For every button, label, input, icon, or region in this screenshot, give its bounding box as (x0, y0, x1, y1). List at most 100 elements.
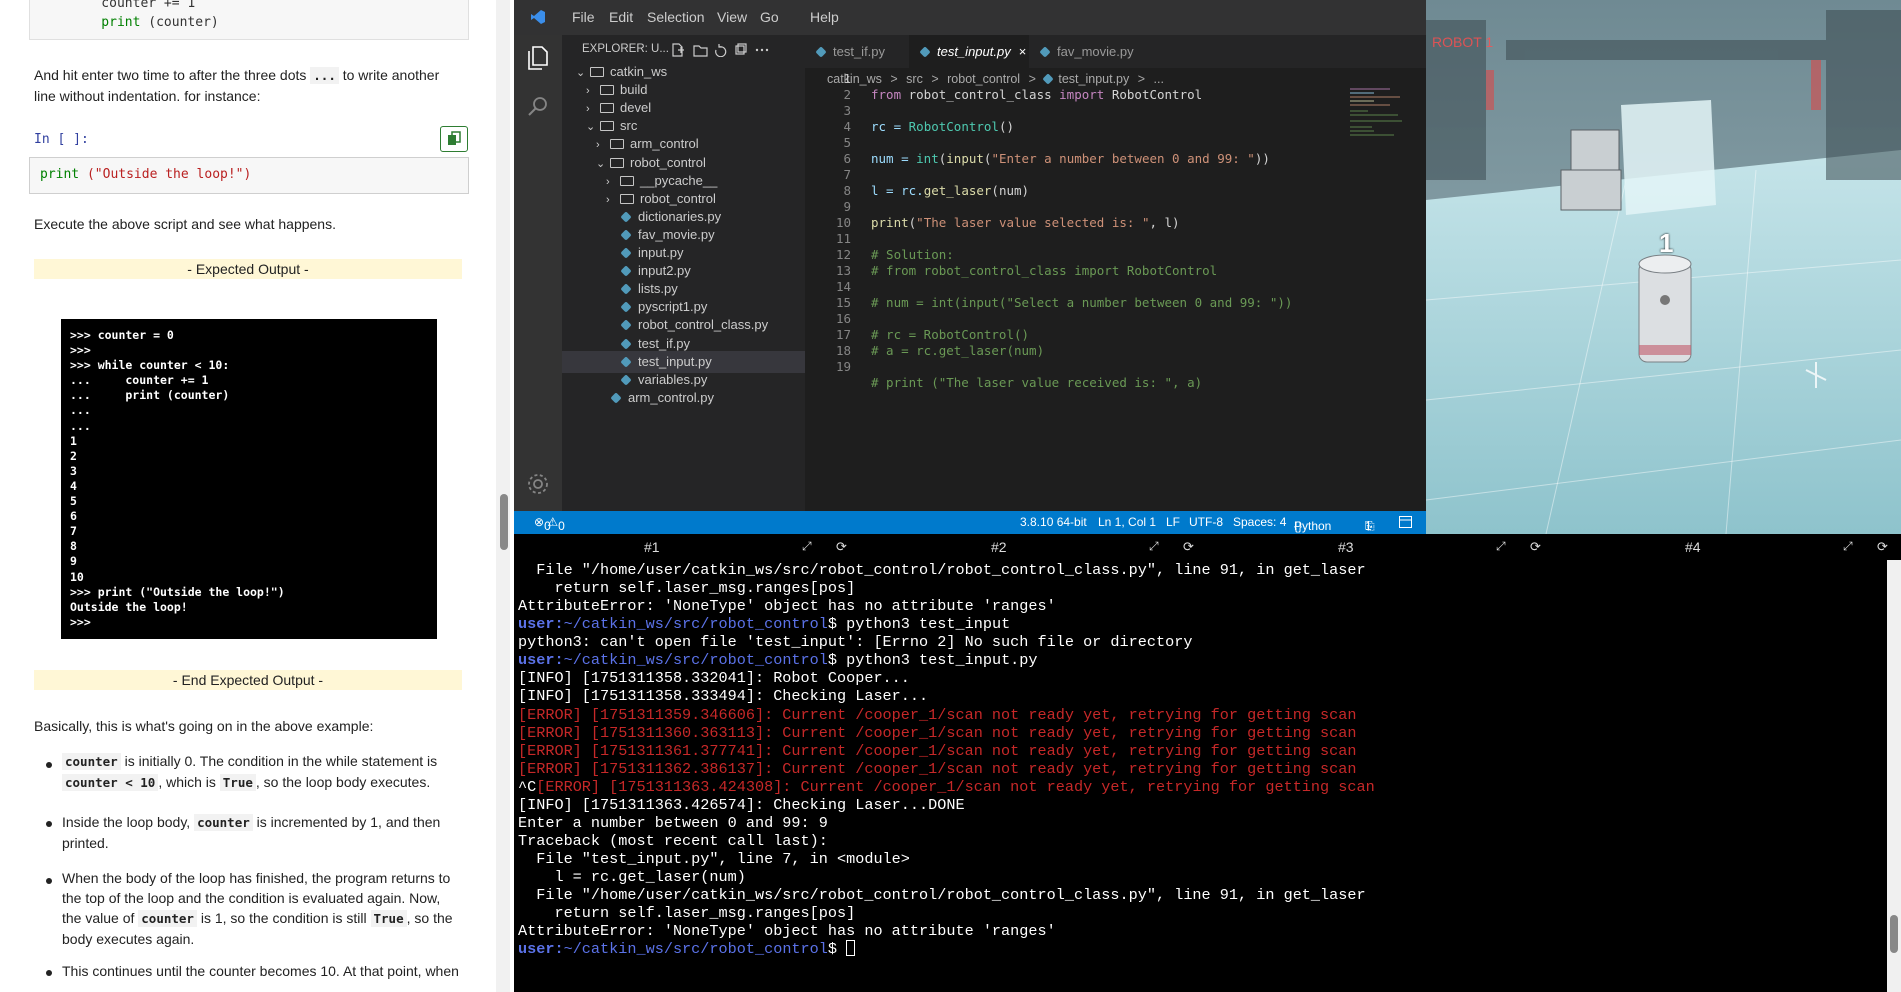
indent-indicator[interactable]: Spaces: 4 (1233, 515, 1286, 529)
cell-input-label: In [ ]: (34, 132, 89, 147)
bullet-item-3: When the body of the loop has finished, … (62, 870, 453, 947)
notebook-scrollbar-thumb[interactable] (500, 494, 508, 550)
eol-indicator[interactable]: LF (1166, 515, 1180, 529)
cursor-position[interactable]: Ln 1, Col 1 (1098, 515, 1156, 529)
explorer-action-icons[interactable] (672, 43, 772, 57)
close-tab-icon[interactable]: × (1019, 44, 1027, 59)
restart-icon[interactable]: ⟳ (836, 539, 847, 555)
tab-fav-movie[interactable]: fav_movie.py (1029, 35, 1139, 68)
line-number: 10 (835, 215, 851, 230)
python-file-icon (620, 355, 632, 368)
activity-bar (514, 35, 562, 511)
menu-help[interactable]: Help (810, 9, 839, 25)
terminal-line: 2 (70, 448, 77, 463)
line-number: 14 (835, 279, 851, 294)
terminal-scrollbar-thumb[interactable] (1890, 915, 1898, 953)
menu-selection[interactable]: Selection (647, 9, 705, 25)
terminal-line: [ERROR] [1751311360.363113]: Current /co… (518, 723, 1357, 742)
menu-view[interactable]: View (717, 9, 747, 25)
terminal-line: [ERROR] [1751311361.377741]: Current /co… (518, 741, 1357, 760)
terminal-tab-2[interactable]: #2 (991, 539, 1007, 555)
simulation-viewport[interactable]: ROBOT 1 1 (1426, 0, 1901, 534)
code-line-12: # from robot_control_class import RobotC… (871, 263, 1218, 278)
search-icon[interactable] (526, 95, 550, 119)
robot-model[interactable] (1638, 254, 1692, 363)
explorer-title: EXPLORER: U... (582, 43, 669, 55)
terminal-line: 5 (70, 494, 77, 509)
line-number: 17 (835, 327, 851, 342)
terminal-line: 10 (70, 569, 84, 584)
terminal-line: >>> print ("Outside the loop!") (70, 584, 285, 599)
bullet-item-1: counter is initially 0. The condition in… (62, 751, 462, 793)
python-file-icon (620, 319, 632, 332)
code-line-19: # print ("The laser value received is: "… (871, 375, 1203, 390)
maximize-icon[interactable]: ⤢ (1149, 539, 1159, 554)
maximize-icon[interactable]: ⤢ (1496, 539, 1506, 554)
line-number: 4 (843, 119, 851, 134)
python-file-icon (620, 301, 632, 313)
python-file-icon (620, 337, 632, 350)
settings-gear-icon[interactable] (526, 472, 550, 496)
restart-icon[interactable]: ⟳ (1183, 539, 1194, 555)
bullet-dot (46, 970, 52, 976)
folder-icon (620, 193, 634, 204)
folder-icon (600, 85, 614, 96)
code-line-3: rc = RobotControl() (871, 119, 1015, 134)
line-number: 15 (835, 295, 851, 310)
terminal-line: 4 (70, 478, 77, 493)
line-number: 19 (835, 359, 851, 374)
maximize-icon[interactable]: ⤢ (1843, 539, 1853, 554)
menu-go[interactable]: Go (760, 9, 779, 25)
code-line-11: # Solution: (871, 247, 954, 262)
python-file-icon (620, 211, 632, 223)
editor-area: test_if.py test_input.py × fav_movie.py c… (805, 35, 1426, 511)
line-number: 6 (843, 151, 851, 166)
simulation-scene (1426, 0, 1901, 534)
explorer-icon[interactable] (526, 45, 550, 71)
menu-file[interactable]: File (572, 9, 595, 25)
copy-icon (448, 131, 461, 145)
terminal-line: 8 (70, 539, 77, 554)
expected-output-terminal: >>> counter = 0 >>> >>> while counter < 10… (61, 319, 437, 639)
vscode-logo-icon (531, 10, 545, 24)
line-number: 18 (835, 343, 851, 358)
copy-code-button[interactable] (440, 126, 468, 152)
line-number: 16 (835, 311, 851, 326)
python-interpreter[interactable]: 3.8.10 64-bit (1020, 515, 1087, 529)
python-file-icon (815, 46, 827, 58)
code-line-16: # rc = RobotControl() (871, 327, 1030, 342)
restart-icon[interactable]: ⟳ (1530, 539, 1541, 555)
tab-test-if[interactable]: test_if.py (805, 35, 909, 68)
code-cell-input[interactable]: print ("Outside the loop!") (29, 157, 469, 194)
minimap[interactable] (1350, 87, 1410, 137)
encoding-indicator[interactable]: UTF-8 (1189, 515, 1223, 529)
menu-edit[interactable]: Edit (609, 9, 633, 25)
terminal-tab-1[interactable]: #1 (644, 539, 660, 555)
problems-indicator[interactable]: ⊗ 0 ⚠ 0 (534, 515, 565, 533)
code-print-args: (counter) (140, 15, 219, 30)
line-number: 13 (835, 263, 851, 278)
terminal-line: 7 (70, 524, 77, 539)
python-file-icon (620, 265, 632, 277)
terminal-tab-3[interactable]: #3 (1338, 539, 1354, 555)
terminal-line: ... (70, 403, 91, 418)
code-string: ("Outside the loop!") (79, 167, 252, 182)
panel-toggle-icon[interactable] (1399, 516, 1412, 528)
line-number: 1 (843, 71, 851, 86)
status-bar: ⊗ 0 ⚠ 0 3.8.10 64-bit Ln 1, Col 1 LF UTF-8… (514, 511, 1426, 534)
line-number: 3 (843, 103, 851, 118)
terminal-line: File "test_input.py", line 7, in <module… (518, 850, 910, 869)
tree-file[interactable]: arm_control.py (562, 387, 714, 409)
tab-test-input[interactable]: test_input.py × (909, 35, 1029, 68)
maximize-icon[interactable]: ⤢ (802, 539, 812, 554)
python-file-icon (919, 46, 931, 58)
terminal-output[interactable]: File "/home/user/catkin_ws/src/robot_con… (514, 560, 1887, 992)
terminal-tab-4[interactable]: #4 (1685, 539, 1701, 555)
bullet-item-2: Inside the loop body, counter is increme… (62, 814, 441, 851)
code-line-1: from robot_control_class import RobotCon… (871, 87, 1203, 102)
terminal-line: return self.laser_msg.ranges[pos] (518, 579, 856, 598)
restart-icon[interactable]: ⟳ (1877, 539, 1888, 555)
terminal-line: return self.laser_msg.ranges[pos] (518, 904, 856, 923)
python-file-icon (620, 374, 632, 386)
terminal-line: Traceback (most recent call last): (518, 832, 828, 851)
